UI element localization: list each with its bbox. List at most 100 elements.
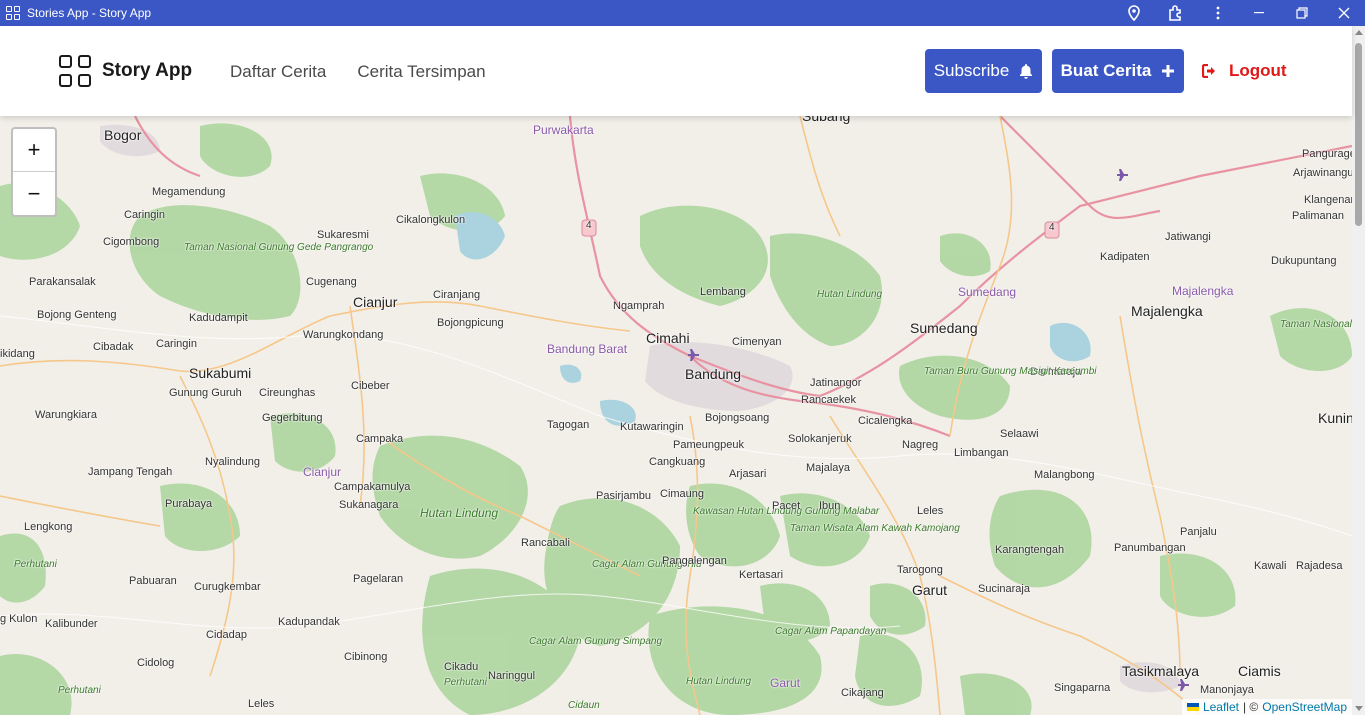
brand-name: Story App bbox=[102, 60, 193, 81]
map-label-hutan-lindung: Hutan Lindung bbox=[817, 289, 883, 300]
app-icon bbox=[6, 6, 20, 20]
map-label-jatiwangi: Jatiwangi bbox=[1165, 231, 1211, 243]
map-label-pabuaran: Pabuaran bbox=[129, 575, 177, 587]
map-label-curugkembar: Curugkembar bbox=[194, 581, 261, 593]
map-label-naringgul: Naringgul bbox=[488, 670, 536, 682]
map-label-cidaun: Cidaun bbox=[568, 700, 600, 711]
map-label-tarogong: Tarogong bbox=[897, 564, 943, 576]
map-label-hutan-lindung-malabar: Kawasan Hutan Lindung Gunung Malabar bbox=[693, 506, 879, 517]
map-label-perhutani-3: Perhutani bbox=[58, 685, 101, 696]
road-shield-4: 4 bbox=[1049, 222, 1055, 233]
plus-icon bbox=[1162, 65, 1175, 77]
map-label-karangtengah: Karangtengah bbox=[995, 544, 1065, 556]
map-attribution: Leaflet | © OpenStreetMap bbox=[1181, 699, 1352, 715]
map-label-nagreg: Nagreg bbox=[902, 439, 939, 451]
map-label-majalaya: Majalaya bbox=[806, 462, 851, 474]
map-label-dukupuntang: Dukupuntang bbox=[1271, 255, 1337, 267]
brand[interactable]: Story App bbox=[59, 55, 192, 87]
map-label-caringin-2: Caringin bbox=[156, 338, 197, 350]
map-label-cidolog: Cidolog bbox=[137, 657, 175, 669]
map-label-cangkuang: Cangkuang bbox=[649, 456, 706, 468]
map-label-pangalengan: Pangalengan bbox=[662, 555, 727, 567]
more-menu-icon[interactable] bbox=[1197, 0, 1239, 26]
close-icon[interactable] bbox=[1323, 0, 1365, 26]
extensions-icon[interactable] bbox=[1155, 0, 1197, 26]
map-label-kikidang: ikidang bbox=[0, 348, 35, 360]
map-label-sumedang: Sumedang bbox=[910, 320, 978, 336]
map-label-rancabali: Rancabali bbox=[521, 537, 570, 549]
nav-cerita-tersimpan[interactable]: Cerita Tersimpan bbox=[357, 62, 485, 82]
map-label-cagar-gunung-simpang: Cagar Alam Gunung Simpang bbox=[529, 636, 662, 647]
openstreetmap-link[interactable]: OpenStreetMap bbox=[1262, 700, 1347, 714]
logout-icon bbox=[1202, 64, 1215, 78]
map-label-bandung-barat: Bandung Barat bbox=[547, 342, 628, 356]
map-label-jampang-tengah: Jampang Tengah bbox=[88, 466, 173, 478]
map-label-majalengka: Majalengka bbox=[1131, 303, 1203, 319]
map-label-singaparna: Singaparna bbox=[1054, 682, 1111, 694]
map-label-majalengka-region: Majalengka bbox=[1172, 284, 1234, 298]
ukraine-flag-icon bbox=[1186, 703, 1199, 711]
create-story-label: Buat Cerita bbox=[1060, 61, 1152, 80]
map-zoom-control: + − bbox=[11, 127, 57, 217]
map-label-solokanjeruk: Solokanjeruk bbox=[788, 433, 852, 445]
map-label-sukaresmi: Sukaresmi bbox=[317, 229, 369, 241]
map-label-nyalindung: Nyalindung bbox=[205, 456, 261, 468]
map-label-cagar-gunung-tilu: Cagar Alam Gunung Tilu bbox=[592, 559, 702, 570]
app-header: Story App Daftar Cerita Cerita Tersimpan… bbox=[0, 26, 1352, 116]
map-label-sukanagara: Sukanagara bbox=[339, 499, 399, 511]
map-label-cidadap: Cidadap bbox=[206, 629, 247, 641]
map-label-kulon: g Kulon bbox=[0, 613, 38, 625]
map-label-cagar-papandayan: Cagar Alam Papandayan bbox=[775, 626, 887, 637]
map-label-cibinong: Cibinong bbox=[344, 651, 388, 663]
map-label-garut: Garut bbox=[912, 582, 948, 598]
map-label-kertasari: Kertasari bbox=[739, 569, 784, 581]
map-label-kadipaten: Kadipaten bbox=[1100, 251, 1150, 263]
map-label-bogor: Bogor bbox=[104, 127, 142, 143]
minimize-icon[interactable] bbox=[1239, 0, 1281, 26]
grid-logo-icon bbox=[59, 55, 91, 87]
leaflet-link[interactable]: Leaflet bbox=[1203, 700, 1239, 714]
nav-daftar-cerita[interactable]: Daftar Cerita bbox=[230, 62, 326, 82]
map-label-sumedang-region: Sumedang bbox=[958, 285, 1017, 299]
map-label-campakamulya: Campakamulya bbox=[334, 481, 411, 493]
map-label-perhutani-2: Perhutani bbox=[444, 677, 487, 688]
main-nav: Daftar Cerita Cerita Tersimpan bbox=[230, 62, 486, 82]
zoom-in-button[interactable]: + bbox=[13, 129, 55, 172]
map-label-cikajang: Cikajang bbox=[841, 687, 884, 699]
subscribe-label: Subscribe bbox=[933, 61, 1010, 80]
window-titlebar: Stories App - Story App bbox=[0, 0, 1365, 26]
map-label-purabaya: Purabaya bbox=[165, 498, 213, 510]
subscribe-button[interactable]: Subscribe bbox=[925, 49, 1042, 93]
map-label-panumbangan: Panumbangan bbox=[1114, 542, 1186, 554]
map-label-selaawi: Selaawi bbox=[1000, 428, 1039, 440]
map-label-bojong-genteng: Bojong Genteng bbox=[37, 309, 117, 321]
road-shield-4: 4 bbox=[586, 220, 592, 231]
create-story-button[interactable]: Buat Cerita bbox=[1052, 49, 1184, 93]
map-label-bandung: Bandung bbox=[685, 366, 742, 382]
map-label-gunung-guruh: Gunung Guruh bbox=[169, 387, 242, 399]
map-label-arjasari: Arjasari bbox=[729, 468, 767, 480]
map-tiles bbox=[0, 116, 1352, 715]
map-label-tw-kamojang: Taman Wisata Alam Kawah Kamojang bbox=[790, 523, 960, 534]
map-label-cugenang: Cugenang bbox=[306, 276, 357, 288]
map-label-cikadu: Cikadu bbox=[444, 661, 479, 673]
restore-icon[interactable] bbox=[1281, 0, 1323, 26]
story-map[interactable]: 4 4 Bogor Purwakarta Subang Pangurage Ar… bbox=[0, 116, 1352, 715]
location-icon[interactable] bbox=[1113, 0, 1155, 26]
map-label-jatinangor: Jatinangor bbox=[810, 377, 862, 389]
page-scrollbar[interactable] bbox=[1352, 26, 1365, 715]
map-label-pacet: Pacet bbox=[772, 500, 801, 512]
map-label-kutawaringin: Kutawaringin bbox=[620, 421, 684, 433]
scroll-down-arrow-icon[interactable] bbox=[1355, 706, 1363, 711]
logout-link[interactable]: Logout bbox=[1202, 61, 1287, 81]
zoom-out-button[interactable]: − bbox=[13, 172, 55, 215]
map-label-pameungpeuk: Pameungpeuk bbox=[673, 439, 744, 451]
map-label-cigombong: Cigombong bbox=[103, 236, 160, 248]
scroll-up-arrow-icon[interactable] bbox=[1355, 30, 1363, 35]
map-label-perhutani: Perhutani bbox=[14, 559, 57, 570]
map-label-hutan-lindung-3: Hutan Lindung bbox=[686, 676, 752, 687]
map-label-tagogan: Tagogan bbox=[547, 419, 590, 431]
map-label-cicalengka: Cicalengka bbox=[858, 415, 913, 427]
scrollbar-thumb[interactable] bbox=[1355, 43, 1362, 226]
map-label-arjawinangun: Arjawinangun bbox=[1293, 167, 1352, 179]
